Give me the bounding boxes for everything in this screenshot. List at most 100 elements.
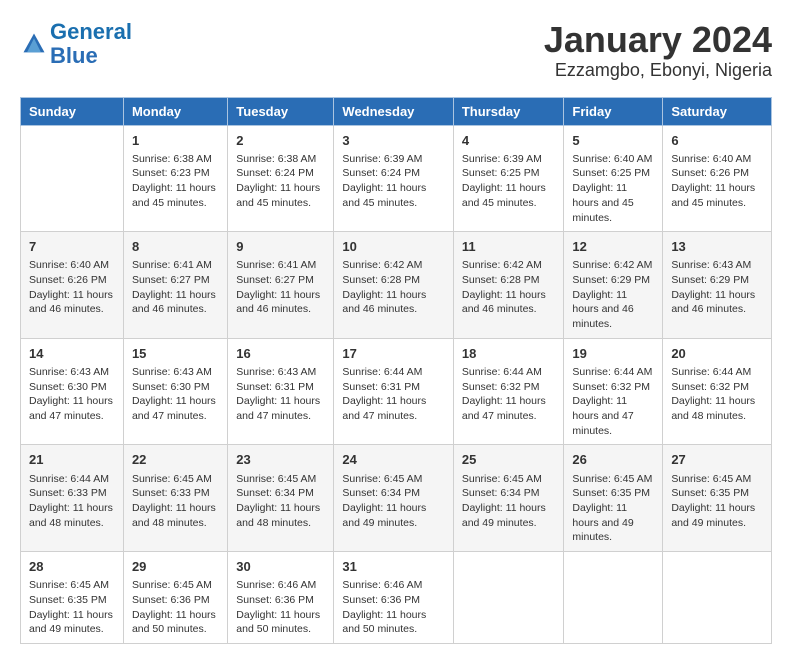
day-number: 3 <box>342 132 444 150</box>
day-number: 9 <box>236 238 325 256</box>
day-number: 11 <box>462 238 556 256</box>
cell-info: Sunrise: 6:44 AMSunset: 6:32 PMDaylight:… <box>462 365 556 424</box>
page-header: General Blue January 2024 Ezzamgbo, Ebon… <box>20 20 772 81</box>
cell-info: Sunrise: 6:45 AMSunset: 6:34 PMDaylight:… <box>342 472 444 531</box>
day-number: 24 <box>342 451 444 469</box>
cell-info: Sunrise: 6:46 AMSunset: 6:36 PMDaylight:… <box>342 578 444 637</box>
calendar-cell: 8 Sunrise: 6:41 AMSunset: 6:27 PMDaylight… <box>123 232 227 339</box>
calendar-cell: 20Sunrise: 6:44 AMSunset: 6:32 PMDayligh… <box>663 338 772 445</box>
day-number: 19 <box>572 345 654 363</box>
calendar-cell: 2 Sunrise: 6:38 AMSunset: 6:24 PMDaylight… <box>228 125 334 232</box>
day-number: 10 <box>342 238 444 256</box>
day-number: 8 <box>132 238 219 256</box>
calendar-cell: 31 Sunrise: 6:46 AMSunset: 6:36 PMDayligh… <box>334 552 453 644</box>
cell-info: Sunrise: 6:44 AMSunset: 6:33 PMDaylight:… <box>29 472 115 531</box>
day-number: 16 <box>236 345 325 363</box>
day-number: 31 <box>342 558 444 576</box>
cell-info: Sunrise: 6:40 AMSunset: 6:26 PMDaylight:… <box>29 258 115 317</box>
title-block: January 2024 Ezzamgbo, Ebonyi, Nigeria <box>544 20 772 81</box>
calendar-cell: 19 Sunrise: 6:44 AMSunset: 6:32 PMDayligh… <box>564 338 663 445</box>
cell-info: Sunrise: 6:38 AMSunset: 6:23 PMDaylight:… <box>132 152 219 211</box>
day-number: 6 <box>671 132 763 150</box>
header-day-thursday: Thursday <box>453 97 564 125</box>
calendar-title: January 2024 <box>544 20 772 60</box>
header-day-wednesday: Wednesday <box>334 97 453 125</box>
logo-line2: Blue <box>50 43 98 68</box>
cell-info: Sunrise: 6:43 AMSunset: 6:30 PMDaylight:… <box>132 365 219 424</box>
header-day-saturday: Saturday <box>663 97 772 125</box>
calendar-cell: 12 Sunrise: 6:42 AMSunset: 6:29 PMDayligh… <box>564 232 663 339</box>
calendar-cell: 1 Sunrise: 6:38 AMSunset: 6:23 PMDaylight… <box>123 125 227 232</box>
cell-info: Sunrise: 6:45 AMSunset: 6:34 PMDaylight:… <box>462 472 556 531</box>
calendar-cell: 10 Sunrise: 6:42 AMSunset: 6:28 PMDayligh… <box>334 232 453 339</box>
day-number: 7 <box>29 238 115 256</box>
cell-info: Sunrise: 6:42 AMSunset: 6:29 PMDaylight:… <box>572 258 654 331</box>
week-row-4: 21 Sunrise: 6:44 AMSunset: 6:33 PMDayligh… <box>21 445 772 552</box>
day-number: 2 <box>236 132 325 150</box>
calendar-cell: 14Sunrise: 6:43 AMSunset: 6:30 PMDayligh… <box>21 338 124 445</box>
day-number: 14 <box>29 345 115 363</box>
day-number: 12 <box>572 238 654 256</box>
week-row-3: 14 Sunrise: 6:43 AMSunset: 6:30 PMDayligh… <box>21 338 772 445</box>
cell-info: Sunrise: 6:39 AMSunset: 6:25 PMDaylight:… <box>462 152 556 211</box>
calendar-cell: 3 Sunrise: 6:39 AMSunset: 6:24 PMDaylight… <box>334 125 453 232</box>
day-number: 26 <box>572 451 654 469</box>
cell-info: Sunrise: 6:45 AMSunset: 6:36 PMDaylight:… <box>132 578 219 637</box>
calendar-cell: 28Sunrise: 6:45 AMSunset: 6:35 PMDayligh… <box>21 552 124 644</box>
calendar-cell <box>663 552 772 644</box>
day-number: 30 <box>236 558 325 576</box>
calendar-cell: 21 Sunrise: 6:44 AMSunset: 6:33 PMDayligh… <box>21 445 124 552</box>
calendar-cell: 17Sunrise: 6:44 AMSunset: 6:31 PMDayligh… <box>334 338 453 445</box>
calendar-cell: 7 Sunrise: 6:40 AMSunset: 6:26 PMDaylight… <box>21 232 124 339</box>
cell-info: Sunrise: 6:45 AMSunset: 6:34 PMDaylight:… <box>236 472 325 531</box>
day-number: 27 <box>671 451 763 469</box>
header-day-friday: Friday <box>564 97 663 125</box>
calendar-cell: 30 Sunrise: 6:46 AMSunset: 6:36 PMDayligh… <box>228 552 334 644</box>
calendar-cell: 4 Sunrise: 6:39 AMSunset: 6:25 PMDaylight… <box>453 125 564 232</box>
day-number: 1 <box>132 132 219 150</box>
day-number: 25 <box>462 451 556 469</box>
cell-info: Sunrise: 6:44 AMSunset: 6:32 PMDaylight:… <box>572 365 654 438</box>
calendar-cell: 11 Sunrise: 6:42 AMSunset: 6:28 PMDayligh… <box>453 232 564 339</box>
header-day-sunday: Sunday <box>21 97 124 125</box>
logo-icon <box>20 30 48 58</box>
calendar-table: SundayMondayTuesdayWednesdayThursdayFrid… <box>20 97 772 644</box>
logo-text: General Blue <box>50 20 132 68</box>
cell-info: Sunrise: 6:41 AMSunset: 6:27 PMDaylight:… <box>236 258 325 317</box>
calendar-cell <box>21 125 124 232</box>
calendar-cell: 13Sunrise: 6:43 AMSunset: 6:29 PMDayligh… <box>663 232 772 339</box>
cell-info: Sunrise: 6:45 AMSunset: 6:35 PMDaylight:… <box>572 472 654 545</box>
calendar-cell: 15 Sunrise: 6:43 AMSunset: 6:30 PMDayligh… <box>123 338 227 445</box>
cell-info: Sunrise: 6:39 AMSunset: 6:24 PMDaylight:… <box>342 152 444 211</box>
calendar-cell: 24 Sunrise: 6:45 AMSunset: 6:34 PMDayligh… <box>334 445 453 552</box>
cell-info: Sunrise: 6:42 AMSunset: 6:28 PMDaylight:… <box>342 258 444 317</box>
cell-info: Sunrise: 6:46 AMSunset: 6:36 PMDaylight:… <box>236 578 325 637</box>
calendar-cell: 9 Sunrise: 6:41 AMSunset: 6:27 PMDaylight… <box>228 232 334 339</box>
calendar-cell: 29 Sunrise: 6:45 AMSunset: 6:36 PMDayligh… <box>123 552 227 644</box>
day-number: 20 <box>671 345 763 363</box>
calendar-cell: 6 Sunrise: 6:40 AMSunset: 6:26 PMDaylight… <box>663 125 772 232</box>
cell-info: Sunrise: 6:38 AMSunset: 6:24 PMDaylight:… <box>236 152 325 211</box>
calendar-cell <box>453 552 564 644</box>
week-row-2: 7 Sunrise: 6:40 AMSunset: 6:26 PMDaylight… <box>21 232 772 339</box>
day-number: 4 <box>462 132 556 150</box>
cell-info: Sunrise: 6:44 AMSunset: 6:31 PMDaylight:… <box>342 365 444 424</box>
cell-info: Sunrise: 6:45 AMSunset: 6:35 PMDaylight:… <box>671 472 763 531</box>
calendar-subtitle: Ezzamgbo, Ebonyi, Nigeria <box>544 60 772 81</box>
day-number: 21 <box>29 451 115 469</box>
day-number: 29 <box>132 558 219 576</box>
cell-info: Sunrise: 6:40 AMSunset: 6:26 PMDaylight:… <box>671 152 763 211</box>
calendar-cell: 26 Sunrise: 6:45 AMSunset: 6:35 PMDayligh… <box>564 445 663 552</box>
calendar-cell: 22Sunrise: 6:45 AMSunset: 6:33 PMDayligh… <box>123 445 227 552</box>
header-row: SundayMondayTuesdayWednesdayThursdayFrid… <box>21 97 772 125</box>
cell-info: Sunrise: 6:41 AMSunset: 6:27 PMDaylight:… <box>132 258 219 317</box>
calendar-cell: 18Sunrise: 6:44 AMSunset: 6:32 PMDayligh… <box>453 338 564 445</box>
cell-info: Sunrise: 6:42 AMSunset: 6:28 PMDaylight:… <box>462 258 556 317</box>
logo-line1: General <box>50 19 132 44</box>
calendar-cell: 16Sunrise: 6:43 AMSunset: 6:31 PMDayligh… <box>228 338 334 445</box>
day-number: 23 <box>236 451 325 469</box>
cell-info: Sunrise: 6:40 AMSunset: 6:25 PMDaylight:… <box>572 152 654 225</box>
calendar-cell: 25 Sunrise: 6:45 AMSunset: 6:34 PMDayligh… <box>453 445 564 552</box>
calendar-cell: 23 Sunrise: 6:45 AMSunset: 6:34 PMDayligh… <box>228 445 334 552</box>
day-number: 15 <box>132 345 219 363</box>
